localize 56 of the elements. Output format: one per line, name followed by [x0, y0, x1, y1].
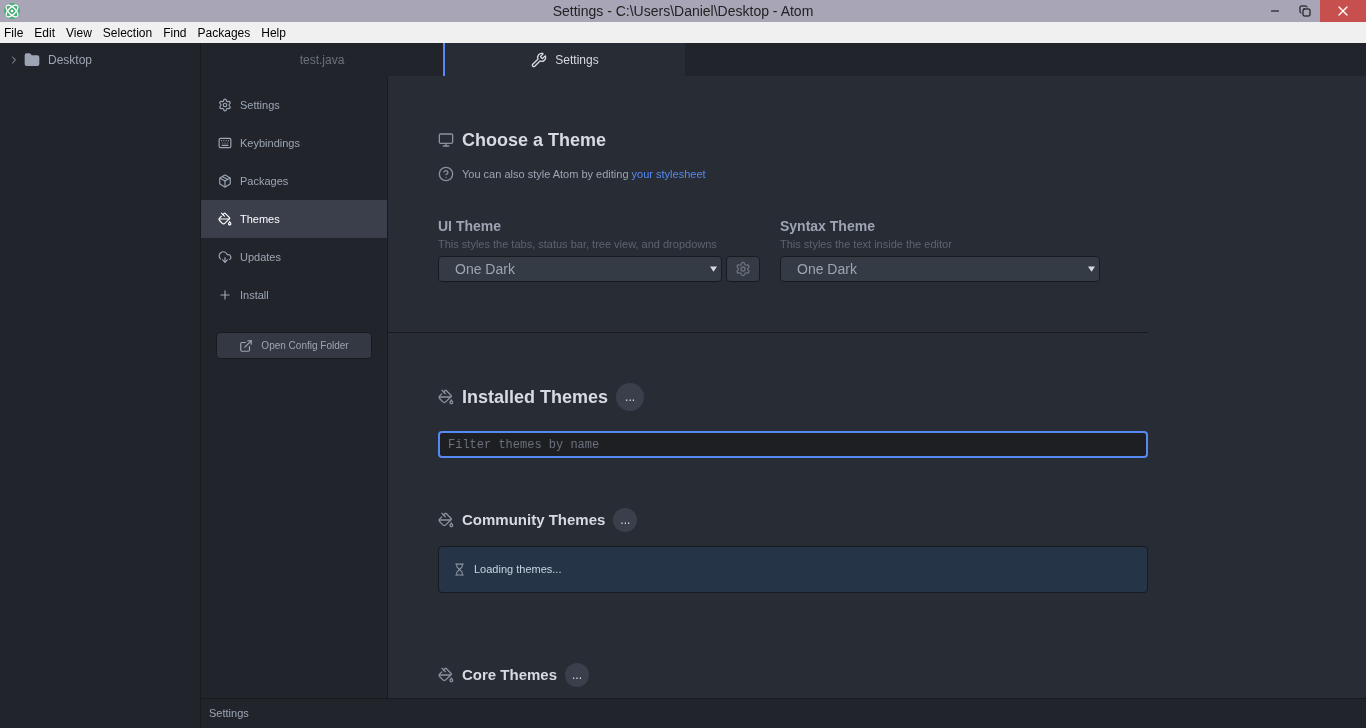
folder-icon	[24, 52, 40, 68]
ui-theme-dropdown[interactable]: One Dark	[438, 256, 722, 282]
more-button[interactable]: ...	[616, 383, 645, 411]
box-icon	[218, 174, 232, 188]
menu-item[interactable]: Selection	[102, 23, 153, 42]
open-config-button[interactable]: Open Config Folder	[216, 332, 372, 359]
stylesheet-link[interactable]: your stylesheet	[631, 168, 706, 180]
syntax-theme-dropdown[interactable]: One Dark	[780, 256, 1100, 282]
window-title: Settings - C:\Users\Daniel\Desktop - Atom	[552, 2, 814, 21]
tools-icon	[531, 51, 548, 68]
cloud-download-icon	[218, 250, 232, 264]
settings-button[interactable]	[726, 256, 760, 282]
more-button[interactable]: ...	[565, 663, 590, 687]
nav-item[interactable]: Settings	[201, 86, 387, 124]
bucket-icon	[438, 389, 454, 405]
nav-item[interactable]: Install	[201, 276, 387, 314]
help-icon	[438, 166, 454, 183]
restore-icon	[1299, 5, 1311, 17]
nav-item[interactable]: Updates	[201, 238, 387, 276]
close-button[interactable]	[1320, 0, 1366, 22]
section-title: Core Themes	[462, 664, 558, 685]
field-label: UI Theme	[438, 216, 502, 236]
bucket-icon	[438, 667, 454, 683]
field-hint: This styles the tabs, status bar, tree view, and dropdowns	[438, 236, 718, 252]
hourglass-icon	[453, 563, 466, 576]
menu-item[interactable]: Help	[261, 23, 286, 42]
tree-item[interactable]: Desktop	[48, 51, 93, 69]
keyboard-icon	[218, 136, 232, 150]
section-title: Choose a Theme	[462, 129, 607, 152]
section-title: Community Themes	[462, 509, 606, 530]
note-text: You can also style Atom by editing your stylesheet	[462, 167, 706, 182]
menu-item[interactable]: Packages	[197, 23, 251, 42]
field-label: Syntax Theme	[780, 216, 876, 236]
external-link-icon	[239, 338, 254, 353]
tab[interactable]: Settings	[443, 43, 685, 76]
menu-item[interactable]: File	[4, 23, 24, 42]
atom-logo-icon	[4, 3, 20, 19]
loading-text: Loading themes...	[474, 562, 562, 578]
menu-item[interactable]: Find	[163, 23, 187, 42]
filter-input[interactable]: Filter themes by name	[438, 431, 1148, 458]
monitor-icon	[438, 132, 454, 148]
field-hint: This styles the text inside the editor	[780, 236, 953, 252]
bucket-icon	[438, 512, 454, 528]
nav-item[interactable]: Packages	[201, 162, 387, 200]
gear-icon	[735, 261, 751, 277]
section-title: Installed Themes	[462, 386, 609, 409]
nav-item[interactable]: Keybindings	[201, 124, 387, 162]
plus-icon	[218, 288, 232, 302]
bucket-icon	[218, 212, 232, 226]
more-button[interactable]: ...	[613, 508, 638, 532]
nav-item[interactable]: Themes	[201, 200, 387, 238]
dropdown-arrow-icon	[710, 266, 717, 272]
menu-item[interactable]: View	[66, 23, 92, 42]
dropdown-arrow-icon	[1088, 266, 1095, 272]
menu-item[interactable]: Edit	[34, 23, 56, 42]
status-text: Settings	[209, 706, 249, 722]
